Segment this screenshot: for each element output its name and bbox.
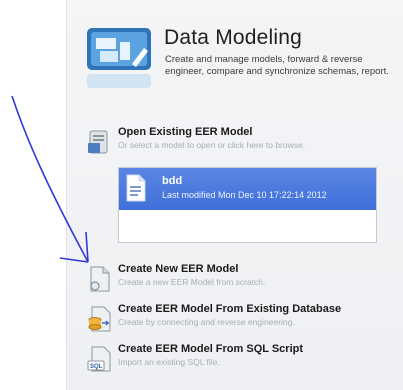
page-title: Data Modeling: [164, 26, 303, 49]
create-from-sql-label: Create EER Model From SQL Script: [118, 343, 304, 355]
model-file-icon: [125, 174, 147, 202]
recent-model-tile[interactable]: bdd Last modified Mon Dec 10 17:22:14 20…: [119, 168, 376, 210]
page-subtitle: Create and manage models, forward & reve…: [165, 54, 389, 77]
open-model-icon: [86, 128, 114, 156]
create-from-database-button[interactable]: Create EER Model From Existing Database …: [86, 303, 396, 339]
create-from-sql-script-button[interactable]: SQL Create EER Model From SQL Script Imp…: [86, 343, 396, 379]
create-new-label: Create New EER Model: [118, 263, 239, 275]
svg-text:SQL: SQL: [90, 364, 103, 370]
reverse-engineer-icon: [86, 305, 114, 333]
new-model-icon: [86, 265, 114, 293]
create-new-hint: Create a new EER Model from scratch.: [118, 277, 266, 287]
recent-model-meta: Last modified Mon Dec 10 17:22:14 2012: [162, 190, 327, 200]
sql-script-icon: SQL: [86, 345, 114, 373]
open-existing-hint: Or select a model to open or click here …: [118, 140, 306, 150]
open-existing-eer-model-button[interactable]: Open Existing EER Model Or select a mode…: [86, 126, 396, 162]
data-modeling-icon: [84, 22, 156, 94]
create-from-database-hint: Create by connecting and reverse enginee…: [118, 317, 295, 327]
open-existing-label: Open Existing EER Model: [118, 126, 253, 138]
create-from-database-label: Create EER Model From Existing Database: [118, 303, 342, 315]
create-new-eer-model-button[interactable]: Create New EER Model Create a new EER Mo…: [86, 263, 396, 299]
recent-models-list: bdd Last modified Mon Dec 10 17:22:14 20…: [118, 167, 377, 243]
create-from-sql-hint: Import an existing SQL file.: [118, 357, 220, 367]
recent-model-name: bdd: [162, 175, 183, 187]
